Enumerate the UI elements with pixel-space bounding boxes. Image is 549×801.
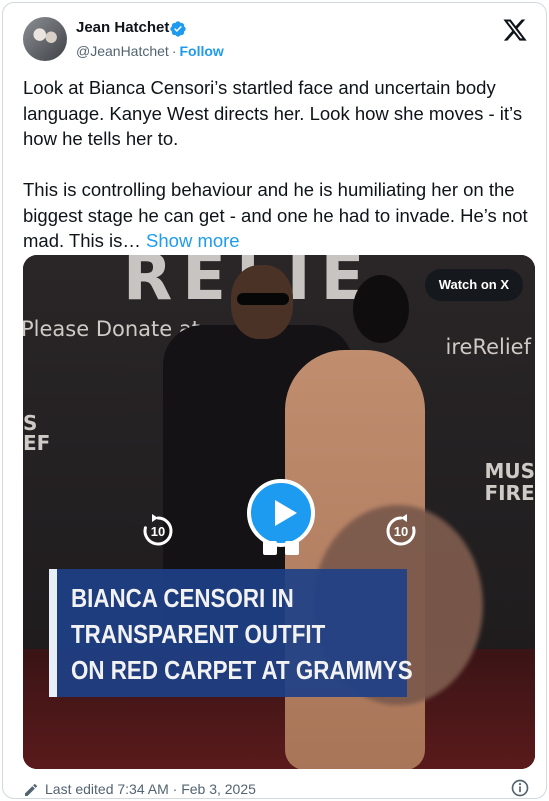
tweet-body: Look at Bianca Censori’s startled face a… [23, 77, 528, 251]
edited-timestamp[interactable]: Last edited 7:34 AM · Feb 3, 2025 [45, 781, 256, 797]
rewind-label: 10 [150, 524, 166, 539]
author-name[interactable]: Jean Hatchet [76, 19, 169, 36]
backdrop-side-right: MUS FIRE [484, 459, 535, 505]
verified-badge-icon [170, 21, 186, 37]
forward-label: 10 [393, 524, 409, 539]
video-caption: BIANCA CENSORI IN TRANSPARENT OUTFIT ON … [49, 569, 413, 697]
video-player[interactable]: RELIE Please Donate at ireRelief S EF MU… [23, 255, 535, 769]
separator-dot: · [171, 43, 177, 59]
tweet-card: Jean Hatchet @JeanHatchet · Follow Look at… [2, 2, 547, 799]
follow-button[interactable]: Follow [180, 43, 224, 59]
woman-head [353, 275, 409, 343]
play-button[interactable] [247, 479, 315, 547]
pencil-icon [25, 783, 37, 796]
forward-10-button[interactable]: 10 [383, 513, 419, 549]
tweet-text: Look at Bianca Censori’s startled face a… [23, 75, 533, 254]
caption-line: BIANCA CENSORI IN [71, 583, 294, 613]
caption-line: ON RED CARPET AT GRAMMYS [71, 655, 413, 685]
show-more-link[interactable]: Show more [146, 230, 240, 251]
author-handle[interactable]: @JeanHatchet [76, 43, 169, 59]
play-icon [275, 500, 297, 526]
pause-icon [259, 541, 303, 557]
rewind-10-button[interactable]: 10 [140, 513, 176, 549]
x-logo-icon[interactable] [502, 17, 528, 43]
caption-line: TRANSPARENT OUTFIT [71, 619, 326, 649]
avatar[interactable] [23, 17, 67, 61]
handle-row: @JeanHatchet · Follow [76, 43, 224, 59]
backdrop-side-left: S EF [23, 411, 51, 455]
watch-on-x-button[interactable]: Watch on X [424, 269, 523, 301]
sunglasses [237, 293, 289, 305]
backdrop-text-right: ireRelief [445, 335, 531, 359]
info-icon[interactable] [510, 778, 530, 798]
